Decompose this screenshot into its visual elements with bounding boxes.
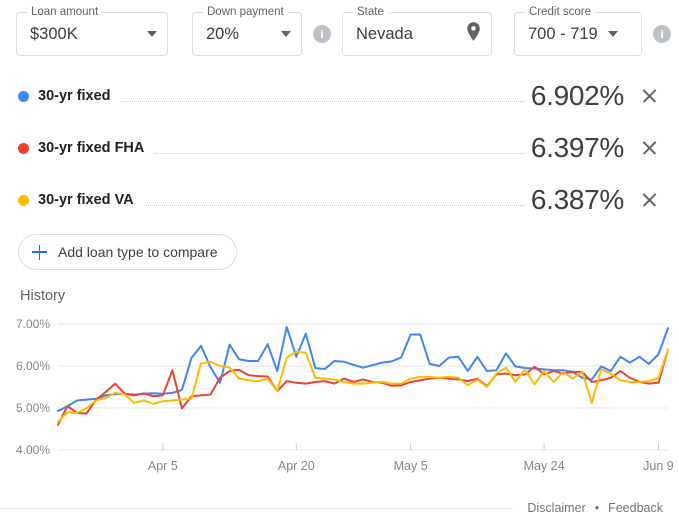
chevron-down-icon[interactable] (607, 31, 618, 37)
close-icon[interactable] (637, 135, 663, 161)
location-pin-icon[interactable] (466, 22, 481, 46)
chevron-down-icon[interactable] (147, 31, 157, 37)
y-axis-tick-label: 5.00% (16, 401, 50, 415)
state-value: Nevada (356, 24, 413, 43)
credit-score-field-group: Credit score 700 - 719 i (514, 6, 679, 56)
x-axis-tick-label: May 5 (394, 459, 428, 473)
rate-name: 30-yr fixed FHA (38, 140, 145, 156)
credit-score-value: 700 - 719 (528, 24, 598, 43)
rate-value: 6.902% (530, 80, 624, 111)
feedback-link[interactable]: Feedback (608, 501, 663, 515)
x-axis-tick-label: Jun 9 (643, 459, 674, 473)
credit-score-dropdown[interactable]: Credit score 700 - 719 (514, 6, 642, 56)
series-color-dot (18, 90, 29, 102)
y-axis-tick-label: 7.00% (16, 317, 50, 331)
series-line-30-yr-fixed (57, 325, 669, 412)
x-axis-tick-label: Apr 20 (278, 459, 315, 473)
footer: Disclaimer • Feedback (0, 501, 679, 515)
rate-value: 6.397% (530, 132, 624, 163)
loan-amount-label: Loan amount (27, 6, 103, 19)
state-input[interactable]: State Nevada (342, 6, 492, 56)
rate-row-30-yr-fixed-va[interactable]: 30-yr fixed VA 6.387% (0, 174, 679, 226)
footer-separator: • (594, 501, 600, 515)
x-axis-tick-label: Apr 5 (148, 459, 178, 473)
loan-amount-field-group: Loan amount $300K (16, 6, 168, 56)
series-line-30-yr-fixed-va (57, 348, 669, 423)
down-payment-value: 20% (206, 24, 240, 43)
rate-list: 30-yr fixed 6.902% 30-yr fixed FHA 6.397… (0, 70, 679, 226)
rate-row-30-yr-fixed[interactable]: 30-yr fixed 6.902% (0, 70, 679, 122)
chevron-down-icon[interactable] (281, 31, 291, 37)
leader-line (120, 100, 525, 102)
filter-bar: Loan amount $300K Down payment 20% i Sta… (0, 0, 679, 62)
rate-row-30-yr-fixed-fha[interactable]: 30-yr fixed FHA 6.397% (0, 122, 679, 174)
down-payment-dropdown[interactable]: Down payment 20% (192, 6, 302, 56)
down-payment-field-group: Down payment 20% i (192, 6, 342, 56)
footer-divider (0, 507, 514, 509)
plus-icon (32, 244, 47, 260)
leader-line (154, 152, 525, 154)
x-axis-tick-label: May 24 (524, 459, 565, 473)
rate-history-chart[interactable]: 7.00% 6.00% 5.00% 4.00% Apr 5 Apr 20 May 5 May … (0, 310, 679, 485)
series-color-dot (18, 142, 29, 154)
down-payment-label: Down payment (203, 6, 288, 19)
close-icon[interactable] (637, 83, 663, 109)
rate-value: 6.387% (530, 184, 624, 215)
state-label: State (353, 6, 388, 19)
add-loan-type-label: Add loan type to compare (58, 244, 218, 260)
y-axis-tick-label: 6.00% (16, 359, 50, 373)
disclaimer-link[interactable]: Disclaimer (527, 501, 585, 515)
series-color-dot (18, 194, 29, 206)
y-axis-tick-label: 4.00% (16, 443, 50, 457)
credit-score-label: Credit score (525, 6, 595, 19)
loan-amount-value: $300K (30, 24, 78, 43)
chart-svg: 7.00% 6.00% 5.00% 4.00% Apr 5 Apr 20 May 5 May … (16, 317, 674, 473)
state-field-group: State Nevada (342, 6, 492, 56)
close-icon[interactable] (637, 187, 663, 213)
rate-name: 30-yr fixed VA (38, 192, 134, 208)
info-icon[interactable]: i (313, 25, 331, 43)
loan-amount-dropdown[interactable]: Loan amount $300K (16, 6, 168, 56)
series-line-30-yr-fixed-fha (57, 348, 669, 426)
info-icon[interactable]: i (653, 25, 671, 43)
leader-line (143, 204, 525, 206)
add-loan-type-button[interactable]: Add loan type to compare (18, 234, 237, 270)
history-title: History (20, 288, 66, 304)
rate-name: 30-yr fixed (38, 88, 111, 104)
